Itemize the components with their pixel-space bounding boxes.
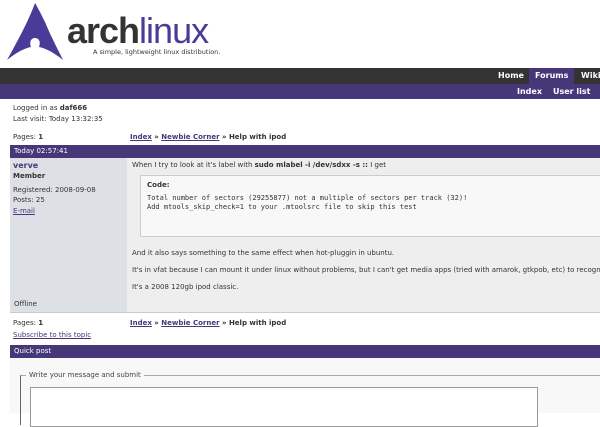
nav-user-list[interactable]: User list bbox=[553, 84, 590, 99]
logged-label: Logged in as bbox=[13, 104, 60, 112]
logo-text-light: linux bbox=[139, 10, 209, 51]
last-visit: Last visit: Today 13:32:35 bbox=[13, 115, 103, 123]
main-nav: Home Forums Wiki bbox=[0, 68, 600, 84]
author-rank: Member bbox=[13, 172, 46, 180]
pages-top: Pages: 1 bbox=[13, 133, 43, 141]
breadcrumb-forum[interactable]: Newbie Corner bbox=[161, 319, 219, 327]
fieldset-legend: Write your message and submit bbox=[26, 371, 144, 379]
forum-nav: Index User list bbox=[0, 84, 600, 99]
nav-wiki[interactable]: Wiki bbox=[575, 68, 600, 84]
pages-label: Pages: bbox=[13, 319, 39, 327]
pages-bottom: Pages: 1 bbox=[13, 319, 43, 327]
post-text: I get bbox=[367, 161, 386, 169]
breadcrumb-topic: Help with ipod bbox=[228, 319, 287, 327]
post-header: Today 02:57:41 bbox=[10, 145, 600, 158]
code-box: Code: Total number of sectors (29255877)… bbox=[140, 175, 600, 237]
code-label: Code: bbox=[147, 181, 170, 189]
post-command: sudo mlabel -i /dev/sdxx -s :: bbox=[254, 161, 368, 169]
post-author-panel: verve Member Registered: 2008-09-08 Post… bbox=[10, 158, 127, 312]
login-info: Logged in as daf666 Last visit: Today 13… bbox=[13, 104, 103, 123]
breadcrumb-index[interactable]: Index bbox=[130, 133, 152, 141]
arch-logo-icon bbox=[7, 3, 63, 60]
post-body: When I try to look at it's label with su… bbox=[132, 161, 600, 291]
nav-forums[interactable]: Forums bbox=[529, 68, 575, 84]
quick-post-header: Quick post bbox=[10, 345, 600, 358]
breadcrumb-sep: » bbox=[219, 319, 229, 327]
pages-value: 1 bbox=[38, 133, 44, 141]
pages-value: 1 bbox=[38, 319, 44, 327]
post-paragraph: It's a 2008 120gb ipod classic. bbox=[132, 283, 239, 291]
post: verve Member Registered: 2008-09-08 Post… bbox=[10, 158, 600, 313]
author-status: Offline bbox=[14, 300, 37, 308]
quick-post-form: Write your message and submit bbox=[10, 358, 600, 427]
breadcrumb-sep: » bbox=[151, 319, 162, 327]
breadcrumb-sep: » bbox=[219, 133, 229, 141]
pages-label: Pages: bbox=[13, 133, 39, 141]
author-posts: Posts: 25 bbox=[13, 196, 45, 204]
username: daf666 bbox=[59, 104, 88, 112]
nav-index[interactable]: Index bbox=[517, 84, 542, 99]
breadcrumb-forum[interactable]: Newbie Corner bbox=[161, 133, 219, 141]
author-registered: Registered: 2008-09-08 bbox=[13, 186, 96, 194]
breadcrumb-bottom: Index » Newbie Corner » Help with ipod bbox=[130, 319, 286, 327]
subscribe-link[interactable]: Subscribe to this topic bbox=[13, 331, 91, 339]
logo-text-bold: arch bbox=[67, 10, 140, 51]
author-email-link[interactable]: E-mail bbox=[13, 207, 35, 215]
post-paragraph: And it also says something to the same e… bbox=[132, 249, 395, 257]
logo-tagline: A simple, lightweight linux distribution… bbox=[93, 48, 221, 56]
breadcrumb-sep: » bbox=[151, 133, 162, 141]
breadcrumb-index[interactable]: Index bbox=[130, 319, 152, 327]
post-author[interactable]: verve bbox=[13, 161, 124, 170]
post-text: When I try to look at it's label with bbox=[132, 161, 255, 169]
post-paragraph: It's in vfat because I can mount it unde… bbox=[132, 266, 600, 274]
code-content: Total number of sectors (29255877) not a… bbox=[147, 194, 468, 211]
archlinux-logo[interactable]: archlinux A simple, lightweight linux di… bbox=[5, 2, 225, 62]
message-textarea[interactable] bbox=[30, 387, 538, 427]
nav-home[interactable]: Home bbox=[492, 68, 530, 84]
breadcrumb: Index » Newbie Corner » Help with ipod bbox=[130, 133, 286, 141]
breadcrumb-topic: Help with ipod bbox=[228, 133, 287, 141]
